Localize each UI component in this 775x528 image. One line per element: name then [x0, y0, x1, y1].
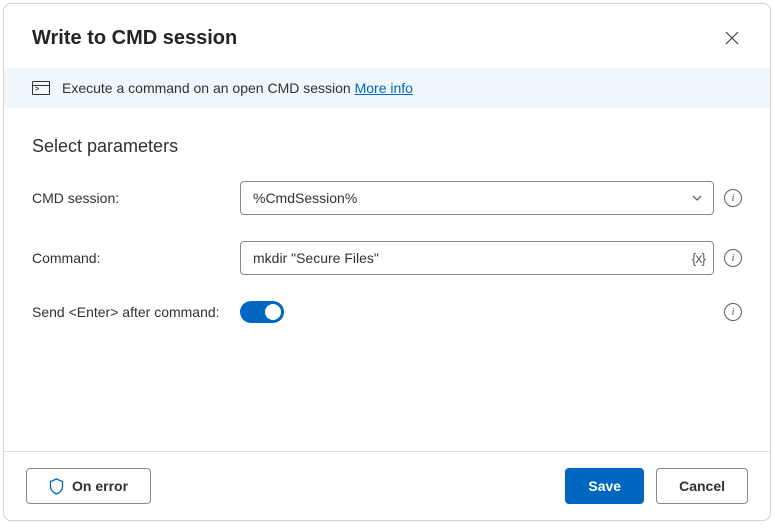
- send-enter-info-icon[interactable]: i: [724, 303, 742, 321]
- footer-right: Save Cancel: [565, 468, 748, 504]
- variable-icon[interactable]: {x}: [692, 250, 705, 266]
- cmd-session-dropdown[interactable]: %CmdSession%: [240, 181, 714, 215]
- command-input[interactable]: [253, 250, 692, 266]
- cmd-session-label: CMD session:: [32, 190, 240, 206]
- command-label: Command:: [32, 250, 240, 266]
- shield-icon: [49, 478, 64, 495]
- info-text: Execute a command on an open CMD session: [62, 80, 351, 96]
- close-icon: [725, 31, 739, 45]
- command-control: {x} i: [240, 241, 742, 275]
- on-error-label: On error: [72, 478, 128, 494]
- cmd-session-control: %CmdSession% i: [240, 181, 742, 215]
- save-button[interactable]: Save: [565, 468, 644, 504]
- save-label: Save: [588, 478, 621, 494]
- field-cmd-session: CMD session: %CmdSession% i: [32, 181, 742, 215]
- cmd-session-value: %CmdSession%: [253, 190, 357, 206]
- cmd-session-info-icon[interactable]: i: [724, 189, 742, 207]
- cmd-icon: [32, 81, 50, 95]
- chevron-down-icon: [691, 192, 703, 204]
- cancel-label: Cancel: [679, 478, 725, 494]
- send-enter-toggle[interactable]: [240, 301, 284, 323]
- dialog: Write to CMD session Execute a command o…: [3, 3, 771, 521]
- dialog-content: Select parameters CMD session: %CmdSessi…: [4, 108, 770, 451]
- command-info-icon[interactable]: i: [724, 249, 742, 267]
- info-bar: Execute a command on an open CMD session…: [4, 68, 770, 108]
- dialog-title: Write to CMD session: [32, 27, 237, 50]
- command-input-wrap: {x}: [240, 241, 714, 275]
- dialog-header: Write to CMD session: [4, 4, 770, 68]
- send-enter-label: Send <Enter> after command:: [32, 304, 220, 320]
- info-text-wrap: Execute a command on an open CMD session…: [62, 80, 413, 96]
- field-send-enter: Send <Enter> after command: i: [32, 301, 742, 323]
- field-command: Command: {x} i: [32, 241, 742, 275]
- section-title: Select parameters: [32, 136, 742, 157]
- more-info-link[interactable]: More info: [355, 80, 413, 96]
- cancel-button[interactable]: Cancel: [656, 468, 748, 504]
- dialog-footer: On error Save Cancel: [4, 451, 770, 520]
- close-button[interactable]: [716, 22, 748, 54]
- on-error-button[interactable]: On error: [26, 468, 151, 504]
